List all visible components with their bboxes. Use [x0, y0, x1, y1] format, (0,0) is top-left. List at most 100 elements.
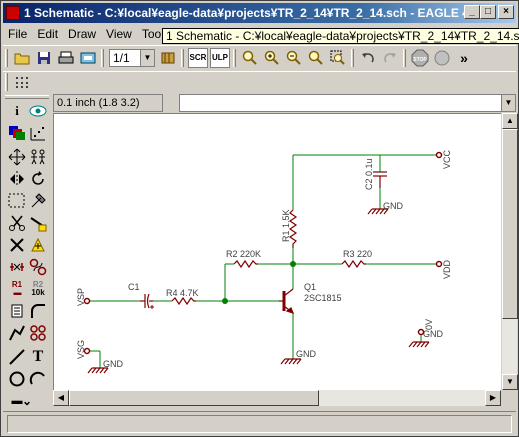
invoke-icon[interactable] — [28, 323, 48, 343]
r2-label: R2 220K — [226, 249, 261, 259]
mark-icon[interactable] — [28, 123, 48, 143]
gnd-vsg-label: GND — [103, 359, 124, 369]
stop-icon[interactable]: STOP — [410, 48, 430, 68]
gateswap-icon[interactable] — [28, 257, 48, 277]
script-button[interactable]: SCR — [188, 47, 208, 68]
mirror-icon[interactable] — [7, 169, 27, 189]
group-icon[interactable] — [7, 191, 27, 211]
vertical-scroll-thumb[interactable] — [502, 129, 518, 319]
circle-icon[interactable] — [7, 369, 27, 389]
toolbar-separator — [233, 48, 236, 67]
minimize-button[interactable]: _ — [464, 5, 480, 19]
open-folder-icon[interactable] — [12, 48, 32, 68]
sheet-select[interactable]: 1/1 ▼ — [109, 48, 155, 67]
status-message — [7, 415, 512, 433]
vertical-scrollbar[interactable]: ▲ ▼ — [501, 113, 518, 390]
name-tool[interactable]: R1 ▬ — [7, 279, 27, 299]
menu-view[interactable]: View — [101, 27, 137, 41]
zoom-redraw-icon[interactable] — [306, 48, 326, 68]
redo-icon[interactable] — [380, 48, 400, 68]
title-bar[interactable]: 1 Schematic - C:¥local¥eagle-data¥projec… — [3, 3, 516, 23]
menu-edit[interactable]: Edit — [32, 27, 63, 41]
move-icon[interactable] — [7, 147, 27, 167]
show-icon[interactable] — [28, 101, 48, 121]
c2-label: C2 0.1u — [364, 158, 374, 190]
zoom-out-icon[interactable] — [284, 48, 304, 68]
split-icon[interactable] — [7, 323, 27, 343]
vdd-label: VDD — [442, 259, 452, 279]
smash-icon[interactable] — [7, 301, 27, 321]
toolbar-separator — [403, 48, 406, 67]
text-tool[interactable]: T — [28, 347, 48, 367]
toolbar-grip[interactable] — [5, 48, 8, 67]
name-tool-sublabel: ▬ — [13, 288, 22, 297]
scroll-right-icon[interactable]: ▶ — [485, 390, 501, 406]
palette-overflow-icon[interactable]: ⌄ — [17, 391, 37, 411]
toolbar-separator — [351, 48, 354, 67]
q1-value-label: 2SC1815 — [304, 293, 342, 303]
pinswap-icon[interactable] — [7, 257, 27, 277]
horizontal-scrollbar[interactable]: ◀ ▶ — [53, 390, 501, 406]
close-button[interactable]: × — [498, 5, 514, 19]
wire-icon[interactable] — [7, 347, 27, 367]
part-labels: C1 R4 4.7K R2 220K R3 220 R1 1.5K C2 0.1… — [76, 149, 452, 369]
maximize-button[interactable]: □ — [480, 5, 496, 19]
eagle-app-icon[interactable] — [6, 6, 20, 20]
status-bar — [3, 411, 516, 435]
ulp-button[interactable]: ULP — [210, 47, 230, 68]
toolbar-overflow-icon[interactable]: » — [454, 48, 474, 68]
scroll-left-icon[interactable]: ◀ — [53, 390, 69, 406]
zoom-in-icon[interactable] — [262, 48, 282, 68]
delete-icon[interactable] — [7, 235, 27, 255]
board-switch-icon[interactable] — [158, 48, 178, 68]
c1-label: C1 — [128, 282, 140, 292]
paste-icon[interactable] — [28, 213, 48, 233]
toolbar-separator — [181, 48, 184, 67]
grid-icon[interactable] — [12, 72, 32, 92]
cut-icon[interactable] — [7, 213, 27, 233]
vsg-label: VSG — [76, 340, 86, 359]
chevron-down-icon[interactable]: ▼ — [501, 95, 515, 111]
path-tooltip: 1 Schematic - C:¥local¥eagle-data¥projec… — [162, 28, 519, 44]
schematic-canvas[interactable]: C1 R4 4.7K R2 220K R3 220 R1 1.5K C2 0.1… — [53, 113, 501, 390]
add-icon[interactable] — [28, 235, 48, 255]
zero-v-label: 0V — [424, 319, 434, 330]
command-input[interactable]: ▼ — [179, 94, 516, 112]
r3-label: R3 220 — [343, 249, 372, 259]
go-icon[interactable] — [432, 48, 452, 68]
horizontal-scroll-thumb[interactable] — [69, 390, 319, 406]
rotate-icon[interactable] — [28, 169, 48, 189]
palette-grip[interactable] — [5, 95, 49, 99]
scroll-up-icon[interactable]: ▲ — [502, 113, 518, 129]
scroll-down-icon[interactable]: ▼ — [502, 374, 518, 390]
menu-draw[interactable]: Draw — [63, 27, 101, 41]
copy-icon[interactable] — [28, 147, 48, 167]
vcc-label: VCC — [442, 149, 452, 169]
display-layers-icon[interactable] — [7, 123, 27, 143]
gnd-c2-label: GND — [383, 201, 404, 211]
r4-label: R4 4.7K — [166, 288, 199, 298]
save-icon[interactable] — [34, 48, 54, 68]
undo-icon[interactable] — [358, 48, 378, 68]
schematic-drawing[interactable]: C1 R4 4.7K R2 220K R3 220 R1 1.5K C2 0.1… — [54, 114, 501, 390]
zoom-select-icon[interactable] — [328, 48, 348, 68]
arc-icon[interactable] — [28, 369, 48, 389]
scroll-corner — [501, 390, 517, 406]
r1-label: R1 1.5K — [281, 209, 291, 242]
info-icon[interactable]: i — [7, 101, 27, 121]
change-icon[interactable] — [28, 191, 48, 211]
menu-file[interactable]: File — [3, 27, 32, 41]
window-title: 1 Schematic - C:¥local¥eagle-data¥projec… — [24, 6, 464, 20]
value-tool[interactable]: R2 10k — [28, 279, 48, 299]
supply-markers — [83, 151, 443, 355]
print-icon[interactable] — [56, 48, 76, 68]
nets — [87, 154, 439, 368]
command-palette: i R1 ▬ R2 10k T ▬ ⌄ — [3, 93, 51, 413]
miter-icon[interactable] — [28, 301, 48, 321]
toolbar-grip[interactable] — [5, 72, 8, 91]
eagle-window: 1 Schematic - C:¥local¥eagle-data¥projec… — [0, 0, 519, 437]
cam-processor-icon[interactable] — [78, 48, 98, 68]
command-row: 0.1 inch (1.8 3.2) ▼ — [3, 93, 516, 113]
chevron-down-icon[interactable]: ▼ — [140, 49, 154, 66]
zoom-fit-icon[interactable] — [240, 48, 260, 68]
